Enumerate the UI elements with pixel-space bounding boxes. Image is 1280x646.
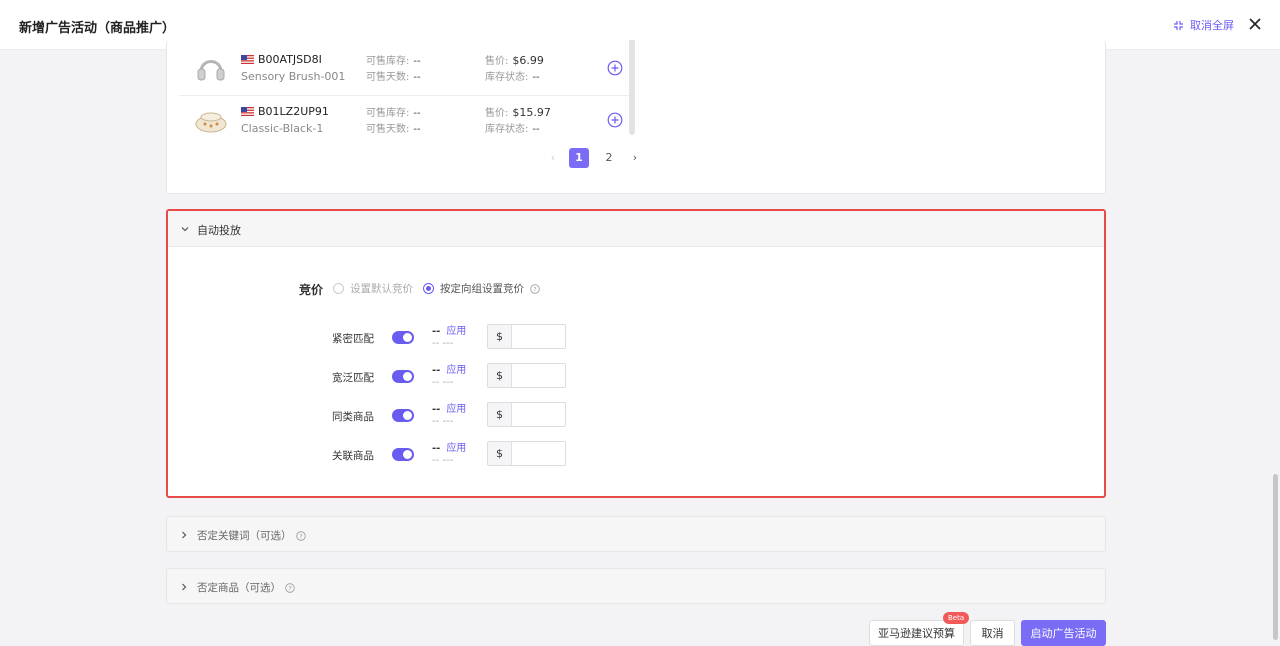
apply-link[interactable]: 应用	[446, 404, 466, 415]
product-status: 库存状态: --	[485, 72, 540, 83]
exit-fullscreen-label: 取消全屏	[1190, 19, 1234, 32]
help-icon[interactable]: ?	[285, 582, 295, 593]
currency-prefix: $	[488, 364, 512, 387]
chevron-down-icon	[181, 227, 189, 232]
apply-link[interactable]: 应用	[446, 443, 466, 454]
target-toggle[interactable]	[392, 370, 414, 383]
currency-prefix: $	[488, 325, 512, 348]
suggested-bid: -- 应用	[432, 365, 467, 376]
negative-keywords-panel[interactable]: 否定关键词（可选） ?	[166, 516, 1106, 552]
svg-text:?: ?	[533, 285, 536, 293]
launch-campaign-button[interactable]: 启动广告活动	[1021, 620, 1106, 646]
pagination: ‹ 1 2 ›	[547, 148, 641, 168]
next-page-icon[interactable]: ›	[629, 148, 641, 168]
prev-page-icon[interactable]: ‹	[547, 148, 559, 168]
product-asin-text: B01LZ2UP91	[258, 105, 329, 118]
suggested-bid: -- 应用	[432, 404, 467, 415]
suggested-bid: -- 应用	[432, 443, 467, 454]
close-icon[interactable]	[1247, 16, 1263, 32]
radio-dot	[333, 283, 344, 294]
exit-fullscreen-button[interactable]: 取消全屏	[1173, 17, 1234, 33]
bid-input-group: $	[487, 441, 566, 466]
exit-fullscreen-icon	[1174, 20, 1183, 30]
add-product-icon[interactable]	[607, 60, 623, 76]
radio-default-bid[interactable]: 设置默认竞价	[333, 281, 413, 296]
product-list-card: B00ATJSD8I Sensory Brush-001 可售库存: -- 可售天…	[166, 40, 1106, 194]
bid-input-group: $	[487, 402, 566, 427]
apply-link[interactable]: 应用	[446, 365, 466, 376]
product-row: B01LZ2UP91 Classic-Black-1 可售库存: -- 可售天数:…	[179, 96, 629, 148]
us-flag-icon	[241, 55, 254, 64]
product-price: 售价: $15.97	[485, 106, 551, 119]
negative-keywords-title: 否定关键词（可选） ?	[197, 528, 306, 543]
product-days: 可售天数: --	[366, 72, 421, 83]
negative-products-title: 否定商品（可选） ?	[197, 580, 295, 595]
target-name: 同类商品	[332, 411, 374, 423]
product-asin-text: B00ATJSD8I	[258, 53, 322, 66]
target-name: 紧密匹配	[332, 333, 374, 345]
product-asin: B01LZ2UP91	[241, 105, 329, 118]
bid-label: 竞价	[299, 283, 324, 297]
auto-targeting-header[interactable]: 自动投放	[168, 211, 1104, 247]
product-thumbnail-headphones	[197, 60, 225, 81]
chevron-right-icon	[182, 583, 187, 591]
page-scrollbar-thumb[interactable]	[1273, 474, 1278, 640]
currency-prefix: $	[488, 403, 512, 426]
target-toggle[interactable]	[392, 448, 414, 461]
radio-group-bid[interactable]: 按定向组设置竞价 ?	[423, 281, 540, 296]
product-stock: 可售库存: --	[366, 108, 421, 119]
product-row: B00ATJSD8I Sensory Brush-001 可售库存: -- 可售天…	[179, 44, 629, 96]
target-name: 宽泛匹配	[332, 372, 374, 384]
apply-link[interactable]: 应用	[446, 326, 466, 337]
page-1[interactable]: 1	[569, 148, 589, 168]
product-status: 库存状态: --	[485, 124, 540, 135]
bid-input-group: $	[487, 324, 566, 349]
auto-targeting-panel: 自动投放 竞价 设置默认竞价 按定向组设置竞价 ? 紧密匹配 -- 应用 -- -…	[166, 209, 1106, 498]
product-stock: 可售库存: --	[366, 56, 421, 67]
svg-text:?: ?	[288, 584, 291, 592]
bid-input-group: $	[487, 363, 566, 388]
product-list-scrollbar[interactable]	[629, 40, 635, 135]
bid-input[interactable]	[512, 364, 565, 387]
svg-text:?: ?	[299, 532, 302, 540]
target-row-loose-match: 宽泛匹配 -- 应用 -- --- $	[168, 363, 1104, 390]
help-icon[interactable]: ?	[530, 283, 540, 294]
beta-badge: Beta	[943, 612, 970, 624]
bid-input[interactable]	[512, 325, 565, 348]
product-thumbnail-dish	[195, 112, 227, 133]
chevron-right-icon	[182, 531, 187, 539]
suggested-range: -- ---	[432, 377, 454, 388]
suggested-range: -- ---	[432, 455, 454, 466]
product-days: 可售天数: --	[366, 124, 421, 135]
negative-products-panel[interactable]: 否定商品（可选） ?	[166, 568, 1106, 604]
help-icon[interactable]: ?	[295, 530, 306, 541]
target-name: 关联商品	[332, 450, 374, 462]
bid-input[interactable]	[512, 403, 565, 426]
suggested-bid: -- 应用	[432, 326, 467, 337]
auto-targeting-title: 自动投放	[197, 224, 241, 237]
page-2[interactable]: 2	[599, 148, 619, 168]
radio-group-bid-label: 按定向组设置竞价	[440, 283, 524, 295]
suggested-range: -- ---	[432, 338, 454, 349]
target-toggle[interactable]	[392, 331, 414, 344]
add-product-icon[interactable]	[607, 112, 623, 128]
product-sku: Sensory Brush-001	[241, 70, 346, 83]
currency-prefix: $	[488, 442, 512, 465]
product-sku: Classic-Black-1	[241, 122, 324, 135]
target-row-substitutes: 同类商品 -- 应用 -- --- $	[168, 402, 1104, 429]
radio-dot	[423, 283, 434, 294]
target-row-close-match: 紧密匹配 -- 应用 -- --- $	[168, 324, 1104, 351]
product-price: 售价: $6.99	[485, 54, 544, 67]
bid-input[interactable]	[512, 442, 565, 465]
target-row-complements: 关联商品 -- 应用 -- --- $	[168, 441, 1104, 468]
target-toggle[interactable]	[392, 409, 414, 422]
radio-default-bid-label: 设置默认竞价	[350, 283, 413, 295]
product-asin: B00ATJSD8I	[241, 53, 322, 66]
dialog-title: 新增广告活动（商品推广）	[19, 21, 176, 36]
us-flag-icon	[241, 107, 254, 116]
cancel-button[interactable]: 取消	[970, 620, 1015, 646]
suggested-range: -- ---	[432, 416, 454, 427]
